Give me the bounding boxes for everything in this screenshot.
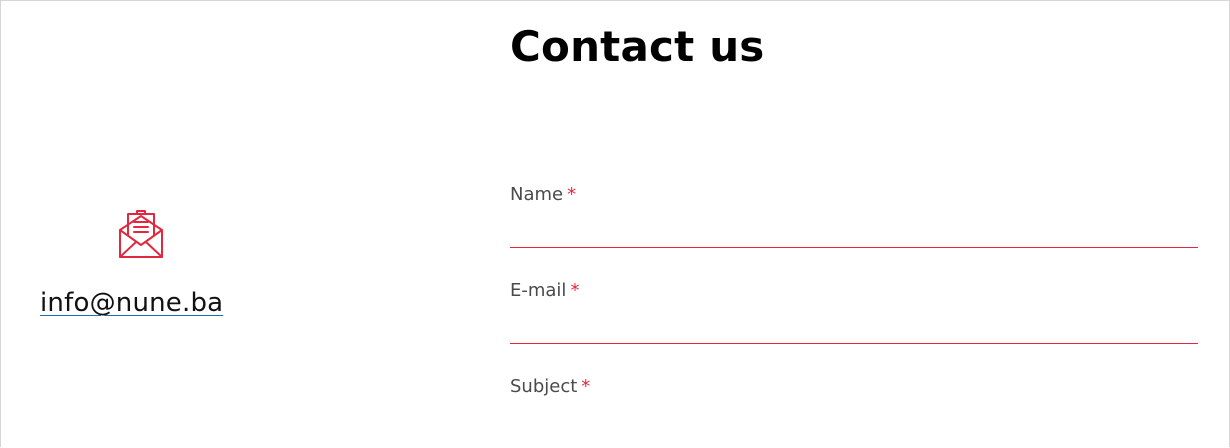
contact-info-column: info@nune.ba: [0, 0, 300, 448]
name-field-group: Name *: [510, 184, 1198, 248]
contact-form: Contact us Name * E-mail * Subject *: [510, 0, 1198, 448]
page-title: Contact us: [510, 22, 765, 71]
email-label-text: E-mail: [510, 280, 567, 301]
contact-email-link[interactable]: info@nune.ba: [40, 288, 223, 318]
required-marker: *: [567, 184, 577, 205]
name-input[interactable]: [510, 213, 1198, 248]
email-field-group: E-mail *: [510, 280, 1198, 344]
name-label-text: Name: [510, 184, 564, 205]
subject-label: Subject *: [510, 376, 1198, 397]
email-input[interactable]: [510, 309, 1198, 344]
subject-input[interactable]: [510, 405, 1198, 440]
subject-label-text: Subject: [510, 376, 578, 397]
subject-field-group: Subject *: [510, 376, 1198, 440]
name-label: Name *: [510, 184, 1198, 205]
open-envelope-letter-icon: [116, 210, 166, 260]
email-label: E-mail *: [510, 280, 1198, 301]
required-marker: *: [570, 280, 580, 301]
required-marker: *: [581, 376, 591, 397]
